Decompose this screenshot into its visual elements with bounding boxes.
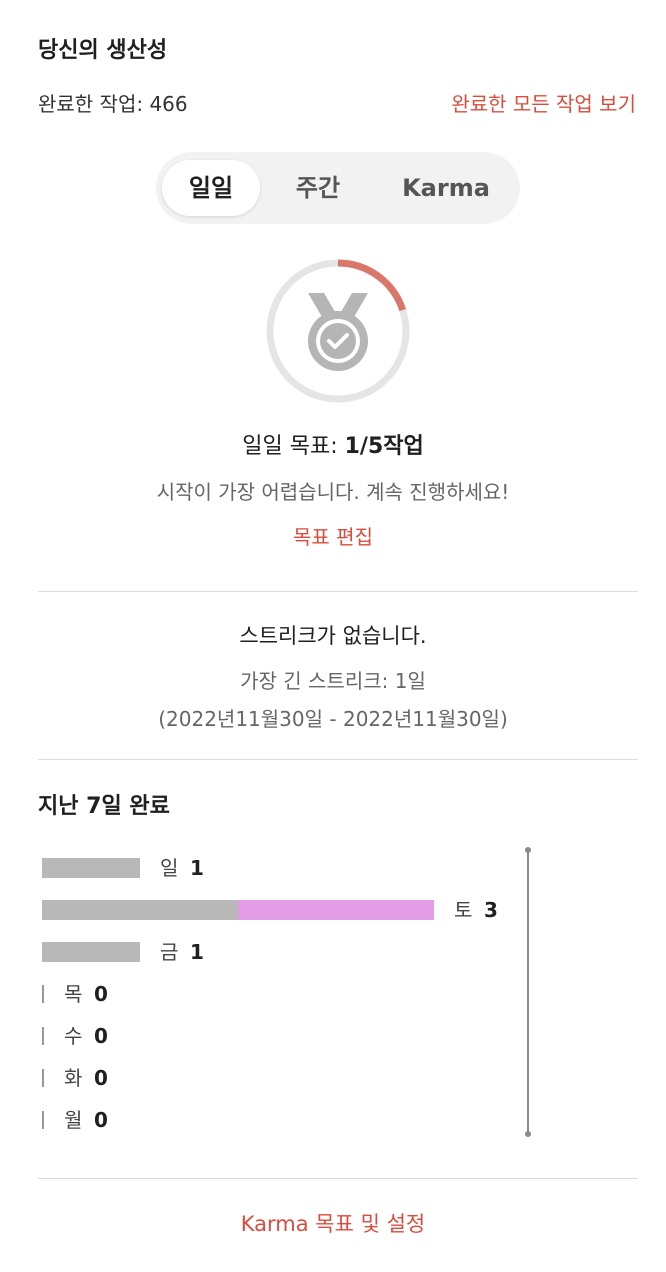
bar-zero-tick (42, 1111, 44, 1129)
bar-completed (42, 858, 140, 878)
bar-zero-tick (42, 1027, 44, 1045)
current-streak: 스트리크가 없습니다. (239, 624, 427, 648)
medal-check-icon (308, 293, 368, 371)
day-count: 0 (94, 982, 108, 1006)
karma-settings-link[interactable]: Karma 목표 및 설정 (241, 1212, 426, 1236)
day-label: 금 (160, 940, 179, 964)
tab-karma[interactable]: Karma (378, 160, 514, 216)
day-count: 0 (94, 1066, 108, 1090)
daily-goal-value: 1/5작업 (344, 434, 424, 459)
daily-goal-progress-ring (266, 259, 410, 403)
goal-line-bottom-cap (525, 1131, 531, 1137)
daily-goal-prefix: 일일 목표: (242, 434, 345, 459)
view-all-completed-link[interactable]: 완료한 모든 작업 보기 (451, 88, 636, 117)
day-count: 1 (190, 940, 204, 964)
edit-goal-row: 목표 편집 (0, 521, 666, 550)
bar-completed (42, 942, 140, 962)
bar-zero-tick (42, 1069, 44, 1087)
day-count: 0 (94, 1024, 108, 1048)
longest-streak-range: (2022년11월30일 - 2022년11월30일) (158, 707, 508, 731)
divider (38, 759, 638, 760)
day-label: 목 (64, 982, 83, 1006)
goal-line (525, 847, 531, 1137)
divider (38, 591, 638, 592)
karma-settings-row: Karma 목표 및 설정 (0, 1208, 666, 1238)
day-count: 1 (190, 856, 204, 880)
day-label: 월 (64, 1108, 83, 1132)
bar-extra (238, 900, 434, 920)
tab-weekly[interactable]: 주간 (268, 160, 368, 216)
day-count: 0 (94, 1108, 108, 1132)
page-title: 당신의 생산성 (38, 38, 168, 63)
daily-goal-message: 시작이 가장 어렵습니다. 계속 진행하세요! (156, 480, 510, 504)
daily-goal-label: 일일 목표: 1/5작업 (0, 428, 666, 460)
bar-zero-tick (42, 985, 44, 1003)
bar-completed (42, 900, 238, 920)
day-label: 토 (454, 898, 473, 922)
goal-line-stroke (527, 850, 529, 1134)
day-label: 수 (64, 1024, 83, 1048)
divider (38, 1178, 638, 1179)
last7-title: 지난 7일 완료 (38, 794, 170, 819)
edit-goal-link[interactable]: 목표 편집 (293, 525, 373, 549)
day-label: 화 (64, 1066, 83, 1090)
day-count: 3 (484, 898, 498, 922)
tab-daily[interactable]: 일일 (162, 160, 260, 216)
completed-count: 완료한 작업: 466 (38, 92, 188, 116)
day-label: 일 (160, 856, 179, 880)
period-tabs: 일일 주간 Karma (156, 152, 520, 224)
longest-streak: 가장 긴 스트리크: 1일 (240, 669, 426, 693)
